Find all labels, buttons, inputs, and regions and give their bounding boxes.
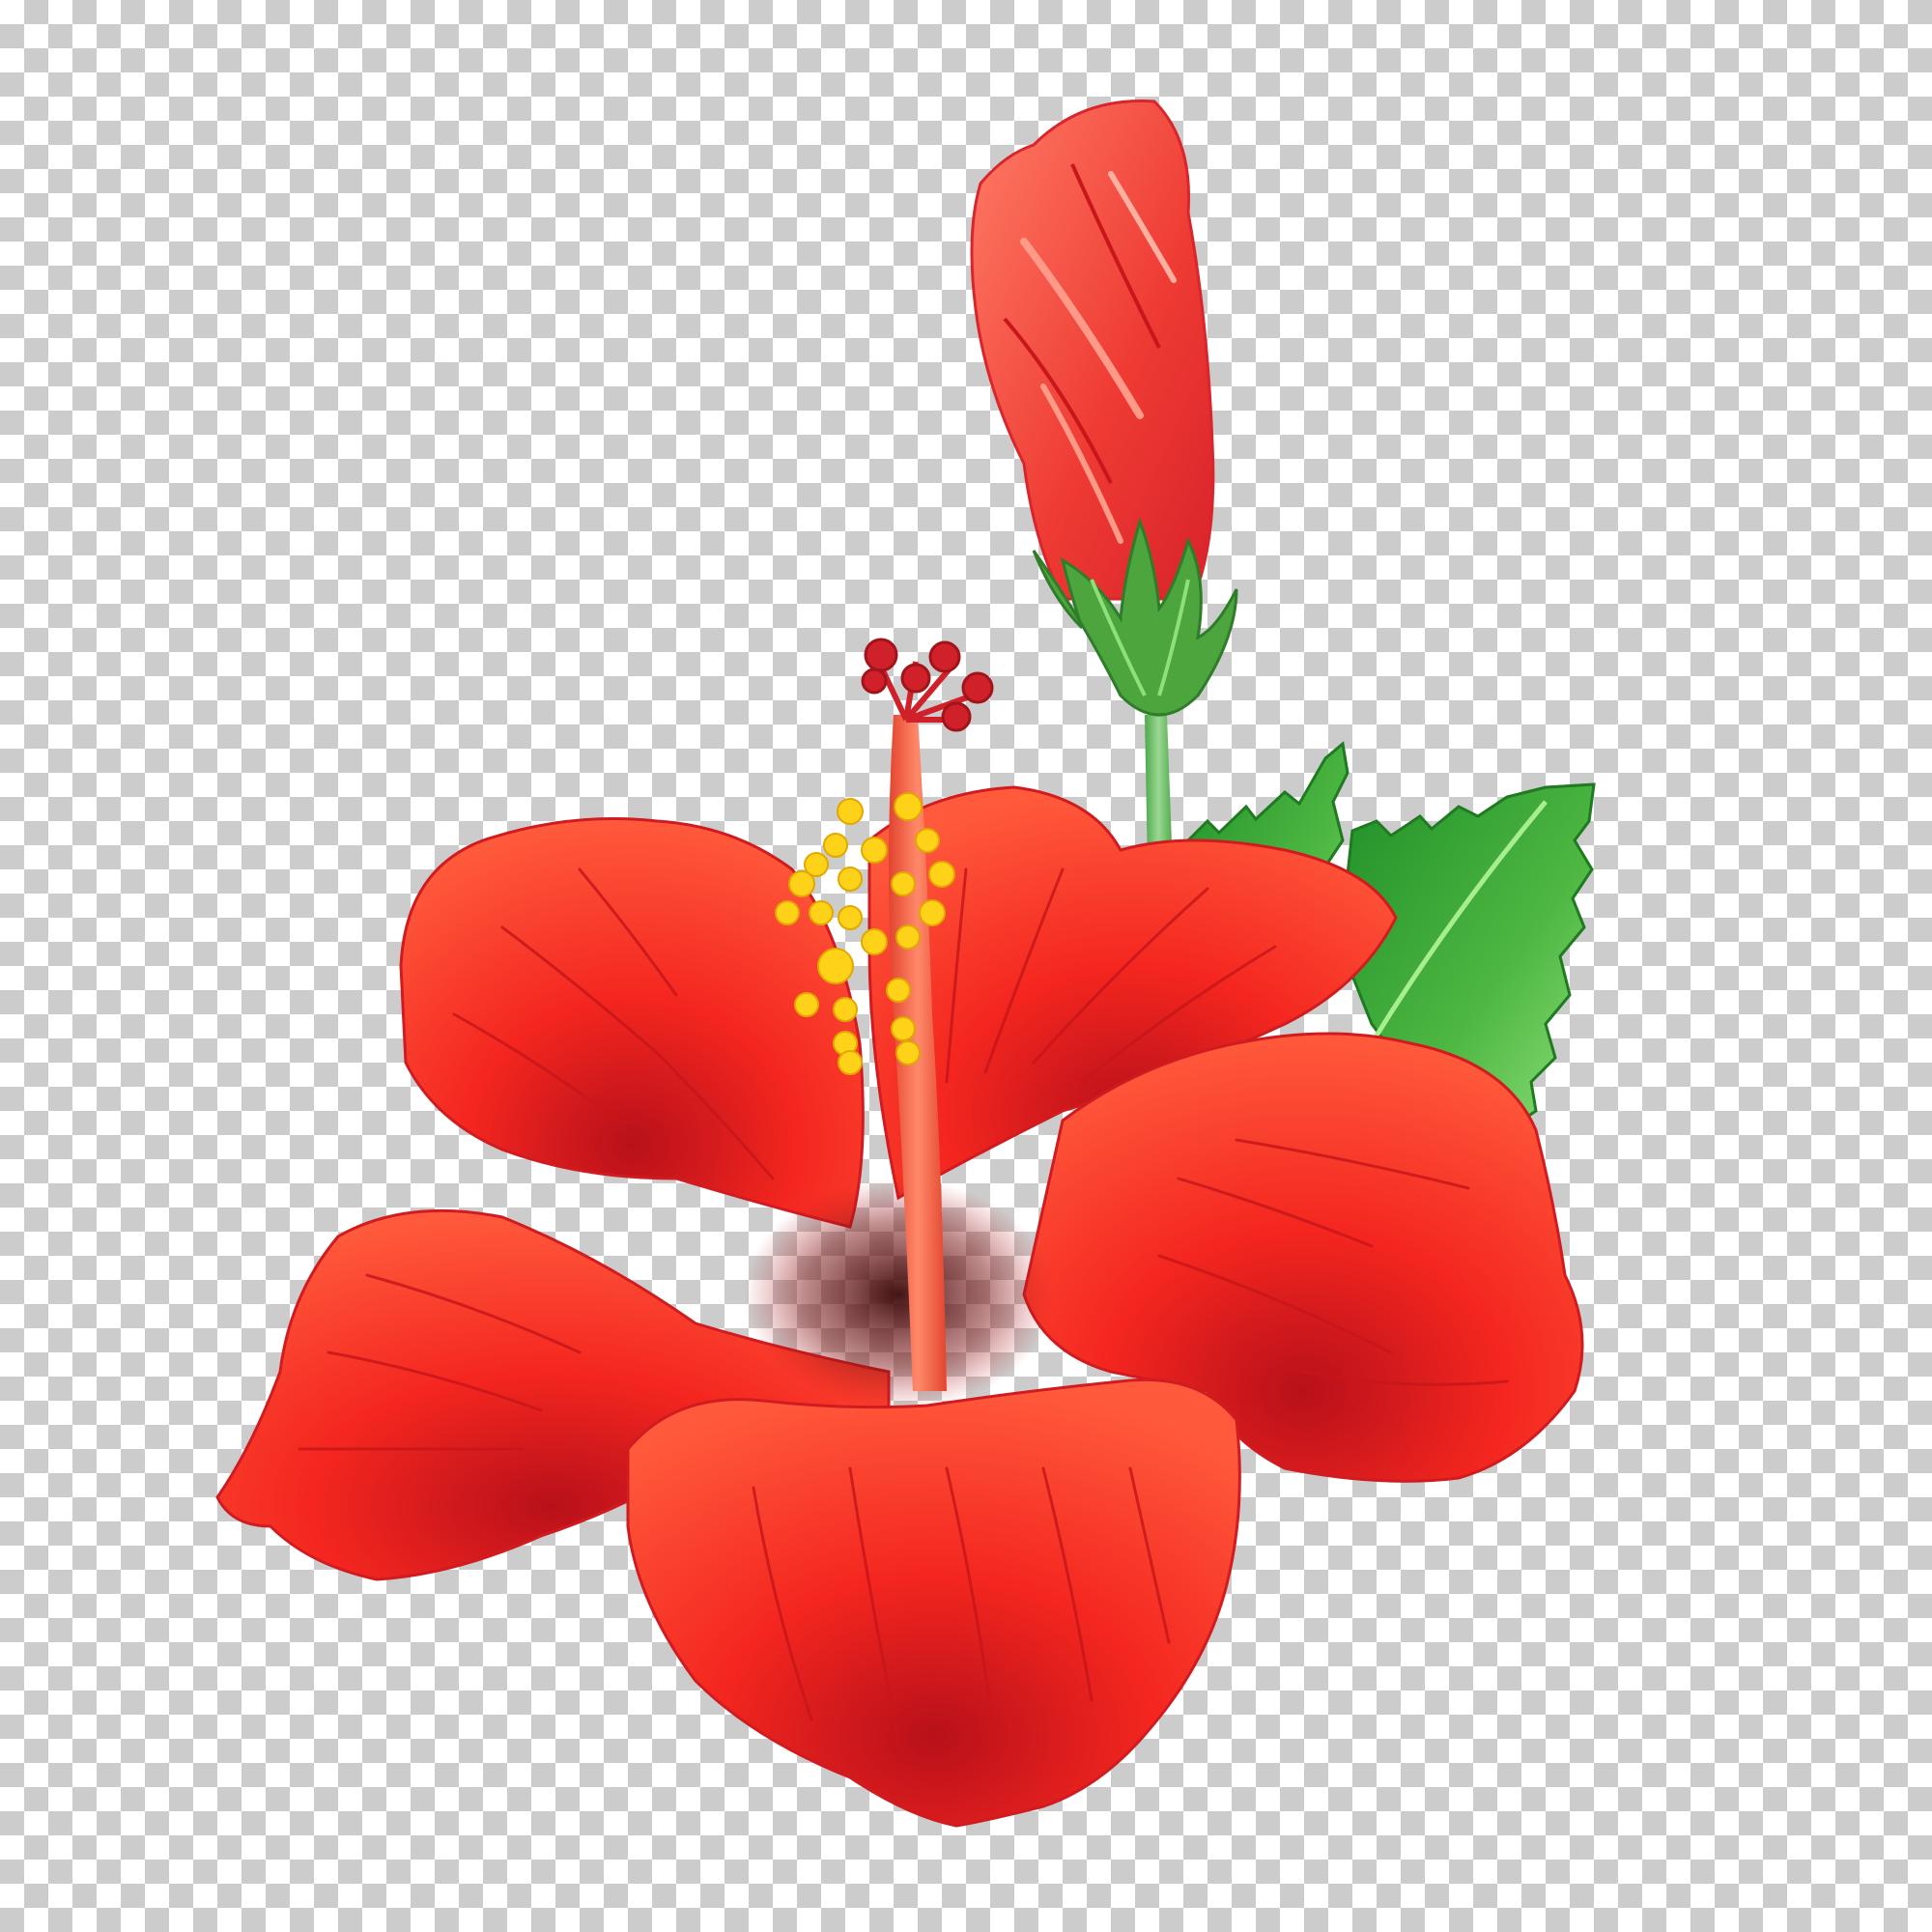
flower-throat: [744, 1179, 1053, 1410]
petal-bottom: [626, 1378, 1241, 1828]
stigma-pads: [861, 638, 994, 732]
hibiscus-bud: [970, 99, 1215, 601]
hibiscus-illustration: [215, 99, 1596, 1828]
